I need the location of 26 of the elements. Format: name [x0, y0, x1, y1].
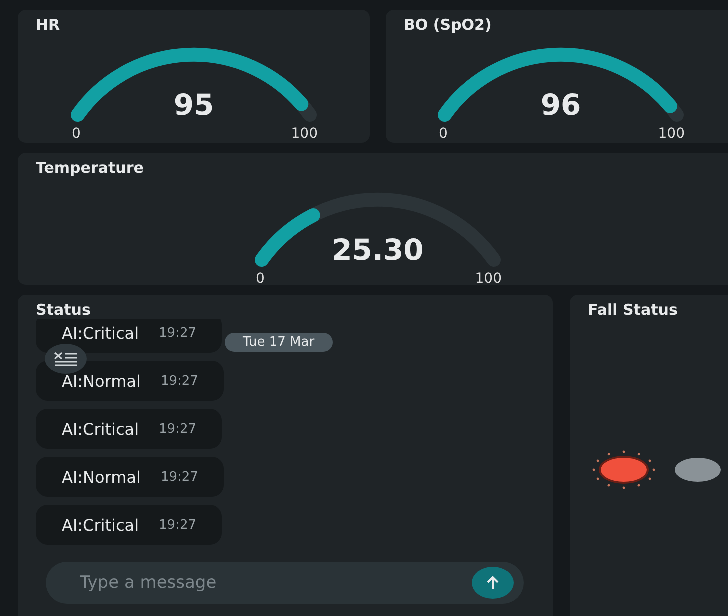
gauge-min-label: 0: [72, 126, 81, 142]
message-time: 19:27: [159, 326, 196, 340]
message-time: 19:27: [160, 470, 198, 484]
gauge-value: 96: [540, 88, 582, 122]
message-text: AI:Normal: [62, 468, 141, 486]
gauge-max-label: 100: [658, 126, 685, 142]
gauge-value: 25.30: [331, 233, 425, 267]
gauge-value: 95: [172, 88, 216, 122]
message-text: AI:Critical: [62, 324, 140, 342]
card-title: HR: [36, 16, 60, 34]
message-text: AI:Normal: [62, 372, 141, 390]
card-title: Fall Status: [588, 301, 678, 319]
gauge-max-label: 100: [291, 126, 318, 142]
message-text: AI:Critical: [62, 420, 140, 438]
arrow-up-icon: [486, 576, 500, 590]
message-time: 19:27: [159, 422, 196, 436]
message-input-field[interactable]: Type a message: [46, 562, 524, 604]
gauge-min-label: 0: [256, 271, 265, 285]
message-time: 19:27: [160, 374, 198, 388]
card-title: Temperature: [36, 159, 144, 177]
gauge-min-label: 0: [439, 126, 448, 142]
date-chip: Tue 17 Mar: [225, 333, 333, 352]
card-title: BO (SpO2): [404, 16, 492, 34]
gauge-max-label: 100: [475, 271, 502, 285]
message-time: 19:27: [159, 518, 196, 532]
message-text: AI:Critical: [62, 516, 140, 534]
